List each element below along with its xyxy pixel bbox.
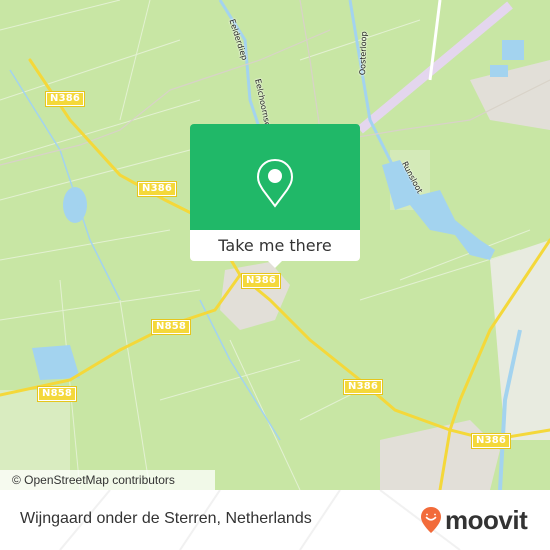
road-n858 bbox=[0, 273, 242, 397]
road-label-n386: N386 bbox=[472, 434, 511, 448]
urban-area bbox=[470, 60, 550, 130]
urban-area bbox=[220, 262, 290, 330]
map-pin-icon bbox=[256, 158, 294, 208]
location-popup: Take me there bbox=[190, 124, 360, 268]
road-label-n858: N858 bbox=[152, 320, 191, 334]
popup-pointer bbox=[268, 261, 282, 268]
urban-area bbox=[380, 420, 500, 490]
road-label-n386: N386 bbox=[138, 182, 177, 196]
moovit-logo[interactable]: moovit bbox=[420, 505, 528, 535]
road-label-n386: N386 bbox=[46, 92, 85, 106]
place-name: Wijngaard onder de Sterren, Netherlands bbox=[20, 510, 312, 527]
water-label-oosterloop: Oosterloop bbox=[358, 31, 369, 76]
map-attribution[interactable]: © OpenStreetMap contributors bbox=[0, 470, 215, 490]
urban-area bbox=[490, 240, 550, 440]
moovit-pin-icon bbox=[421, 507, 441, 533]
popup-header bbox=[190, 124, 360, 230]
road-label-n386: N386 bbox=[344, 380, 383, 394]
take-me-there-button[interactable]: Take me there bbox=[190, 230, 360, 261]
road-label-n386: N386 bbox=[242, 274, 281, 288]
road-label-n858: N858 bbox=[38, 387, 77, 401]
brand-name: moovit bbox=[445, 505, 528, 535]
